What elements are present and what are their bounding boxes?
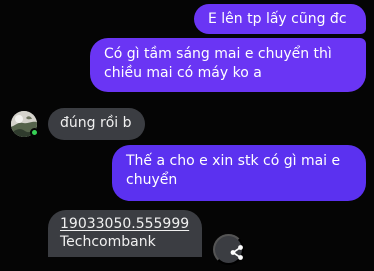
online-status-dot: [30, 128, 39, 137]
message-text-line: Thế a cho e xin stk có gì mai e: [126, 153, 341, 169]
message-text-line: chuyển: [126, 172, 178, 188]
share-icon: [230, 245, 243, 260]
sent-message-bubble[interactable]: E lên tp lấy cũng đc: [194, 4, 366, 34]
message-thread: E lên tp lấy cũng đc Có gì tầm sáng mai …: [0, 0, 374, 265]
received-message-bubble[interactable]: 19033050.555999 Techcombank: [48, 210, 202, 257]
received-message-bubble[interactable]: đúng rồi b: [48, 108, 145, 140]
account-number-link[interactable]: 19033050.555999: [60, 215, 202, 233]
message-text-line: chiều mai có máy ko a: [104, 65, 262, 81]
sent-message-bubble[interactable]: Thế a cho e xin stk có gì mai e chuyển: [112, 145, 366, 201]
message-text: E lên tp lấy cũng đc: [208, 11, 347, 27]
share-button[interactable]: [213, 234, 244, 265]
message-text: đúng rồi b: [60, 115, 132, 131]
bank-name: Techcombank: [60, 234, 156, 250]
message-text-line: Có gì tầm sáng mai e chuyển thì: [104, 46, 332, 62]
sent-message-bubble[interactable]: Có gì tầm sáng mai e chuyển thì chiều ma…: [90, 38, 366, 92]
